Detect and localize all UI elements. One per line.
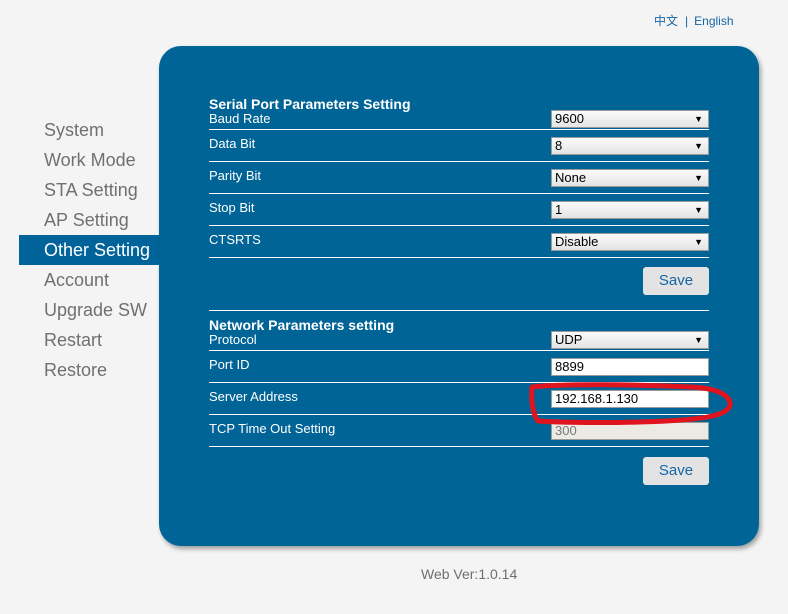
language-chinese-link[interactable]: 中文 <box>654 14 678 28</box>
server-address-input[interactable]: 192.168.1.130 <box>551 390 709 408</box>
section-divider <box>209 310 709 311</box>
tcp-timeout-input: 300 <box>551 422 709 440</box>
sidebar-item-restore[interactable]: Restore <box>19 355 159 385</box>
tcp-timeout-label: TCP Time Out Setting <box>209 421 336 436</box>
sidebar-item-account[interactable]: Account <box>19 265 159 295</box>
data-bit-select[interactable]: 8 ▼ <box>551 137 709 155</box>
web-version: Web Ver:1.0.14 <box>421 566 518 582</box>
chevron-down-icon: ▼ <box>694 205 703 215</box>
chevron-down-icon: ▼ <box>694 141 703 151</box>
parity-bit-row: Parity Bit None ▼ <box>209 162 709 194</box>
sidebar-item-ap-setting[interactable]: AP Setting <box>19 205 159 235</box>
server-address-row: Server Address 192.168.1.130 <box>209 383 709 415</box>
language-english-link[interactable]: English <box>694 14 733 28</box>
serial-port-section: Serial Port Parameters Setting Baud Rate… <box>209 96 709 295</box>
sidebar-item-sta-setting[interactable]: STA Setting <box>19 175 159 205</box>
settings-panel: Serial Port Parameters Setting Baud Rate… <box>159 46 759 546</box>
parity-bit-label: Parity Bit <box>209 168 262 183</box>
language-separator: | <box>685 14 689 28</box>
stop-bit-label: Stop Bit <box>209 200 255 215</box>
baud-rate-label: Baud Rate <box>209 111 271 126</box>
protocol-row: Protocol UDP ▼ <box>209 331 709 351</box>
chevron-down-icon: ▼ <box>694 237 703 247</box>
baud-rate-value: 9600 <box>555 111 584 126</box>
port-id-row: Port ID 8899 <box>209 351 709 383</box>
network-section: Network Parameters setting Protocol UDP … <box>209 317 709 485</box>
sidebar-item-system[interactable]: System <box>19 115 159 145</box>
baud-rate-row: Baud Rate 9600 ▼ <box>209 110 709 130</box>
baud-rate-select[interactable]: 9600 ▼ <box>551 110 709 128</box>
stop-bit-value: 1 <box>555 202 563 217</box>
protocol-value: UDP <box>555 332 583 347</box>
ctsrts-select[interactable]: Disable ▼ <box>551 233 709 251</box>
stop-bit-row: Stop Bit 1 ▼ <box>209 194 709 226</box>
sidebar-nav: System Work Mode STA Setting AP Setting … <box>19 115 159 385</box>
chevron-down-icon: ▼ <box>694 335 703 345</box>
protocol-label: Protocol <box>209 332 257 347</box>
data-bit-row: Data Bit 8 ▼ <box>209 130 709 162</box>
server-address-label: Server Address <box>209 389 298 404</box>
chevron-down-icon: ▼ <box>694 173 703 183</box>
serial-save-button[interactable]: Save <box>643 267 709 295</box>
data-bit-value: 8 <box>555 138 563 153</box>
chevron-down-icon: ▼ <box>694 114 703 124</box>
stop-bit-select[interactable]: 1 ▼ <box>551 201 709 219</box>
sidebar-item-other-setting[interactable]: Other Setting <box>19 235 159 265</box>
parity-bit-select[interactable]: None ▼ <box>551 169 709 187</box>
ctsrts-value: Disable <box>555 234 599 249</box>
protocol-select[interactable]: UDP ▼ <box>551 331 709 349</box>
port-id-label: Port ID <box>209 357 250 372</box>
parity-bit-value: None <box>555 170 587 185</box>
sidebar-item-restart[interactable]: Restart <box>19 325 159 355</box>
ctsrts-row: CTSRTS Disable ▼ <box>209 226 709 258</box>
ctsrts-label: CTSRTS <box>209 232 261 247</box>
tcp-timeout-row: TCP Time Out Setting 300 <box>209 415 709 447</box>
sidebar-item-work-mode[interactable]: Work Mode <box>19 145 159 175</box>
network-save-button[interactable]: Save <box>643 457 709 485</box>
port-id-input[interactable]: 8899 <box>551 358 709 376</box>
language-switcher: 中文 | English <box>654 12 734 29</box>
sidebar-item-upgrade-sw[interactable]: Upgrade SW <box>19 295 159 325</box>
data-bit-label: Data Bit <box>209 136 256 151</box>
